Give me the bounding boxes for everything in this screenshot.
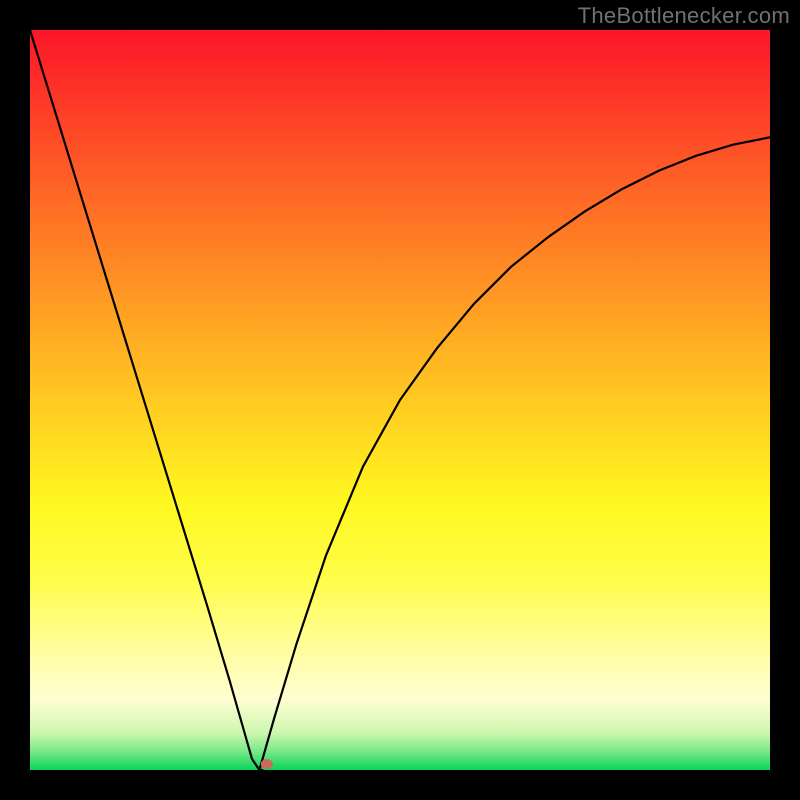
chart-frame: TheBottlenecker.com	[0, 0, 800, 800]
cusp-marker	[261, 759, 273, 769]
watermark-text: TheBottlenecker.com	[578, 3, 790, 29]
bottleneck-chart	[30, 30, 770, 770]
